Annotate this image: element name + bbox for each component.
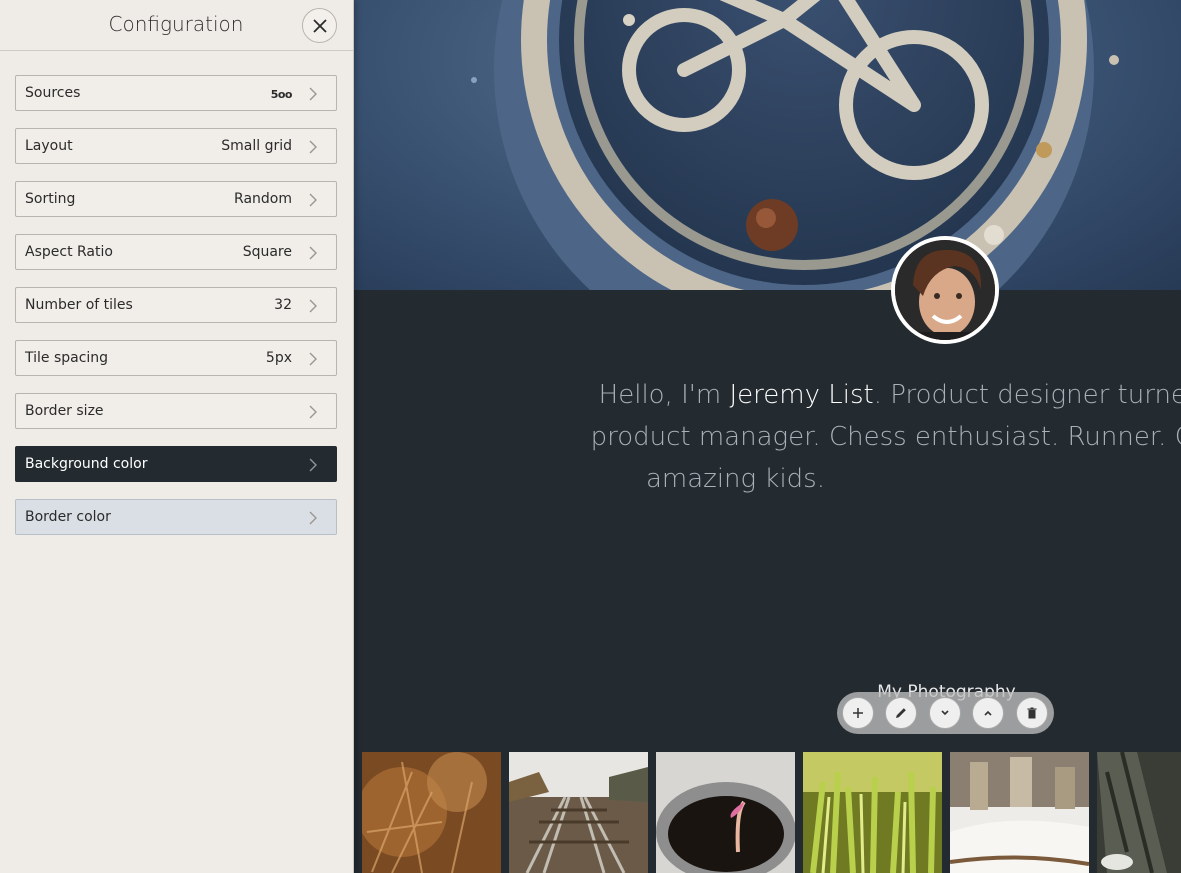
photo-tile[interactable]	[950, 752, 1089, 873]
config-menu: Sources 5oo Layout Small grid Sorting Ra…	[15, 75, 337, 552]
panel-header: Configuration	[0, 0, 353, 51]
aspect-ratio-value: Square	[242, 244, 292, 260]
bio-line-1-rest: . Product designer turned UX de	[873, 380, 1181, 410]
tile-spacing-item[interactable]: Tile spacing 5px	[15, 340, 337, 376]
background-color-label: Background color	[25, 456, 148, 472]
section-toolbar	[837, 692, 1054, 734]
move-up-button[interactable]	[972, 697, 1004, 729]
panel-title: Configuration	[108, 12, 244, 36]
tree-bark-photo	[1097, 752, 1181, 873]
bio-prefix: Hello, I'm	[598, 380, 730, 410]
chevron-right-icon	[309, 299, 317, 313]
photo-tile[interactable]	[362, 752, 501, 873]
number-of-tiles-value: 32	[274, 297, 292, 313]
aspect-ratio-item[interactable]: Aspect Ratio Square	[15, 234, 337, 270]
photo-tile[interactable]	[656, 752, 795, 873]
edit-button[interactable]	[885, 697, 917, 729]
sorting-value: Random	[234, 191, 292, 207]
chevron-right-icon	[309, 458, 317, 472]
chevron-right-icon	[309, 246, 317, 260]
bio-line-2: product manager. Chess enthusiast. Runne…	[590, 422, 1181, 452]
cover-photo[interactable]	[354, 0, 1181, 290]
close-button[interactable]	[302, 8, 337, 43]
layout-item[interactable]: Layout Small grid	[15, 128, 337, 164]
border-size-item[interactable]: Border size	[15, 393, 337, 429]
layout-value: Small grid	[221, 138, 292, 154]
layout-label: Layout	[25, 138, 73, 154]
tile-spacing-value: 5px	[265, 350, 292, 366]
snowy-ruins-photo	[950, 752, 1089, 873]
profile-page: Hello, I'm Jeremy List. Product designer…	[354, 0, 1181, 873]
tile-spacing-label: Tile spacing	[25, 350, 109, 366]
edit-icon	[896, 708, 906, 718]
avatar-photo	[895, 240, 995, 340]
sorting-label: Sorting	[25, 191, 76, 207]
number-of-tiles-item[interactable]: Number of tiles 32	[15, 287, 337, 323]
aspect-ratio-label: Aspect Ratio	[25, 244, 113, 260]
sources-item[interactable]: Sources 5oo	[15, 75, 337, 111]
add-icon	[853, 708, 863, 718]
trash-icon	[1027, 707, 1037, 719]
sources-value-500px-logo: 5oo	[270, 88, 293, 101]
border-color-label: Border color	[25, 509, 111, 525]
chevron-right-icon	[309, 511, 317, 525]
close-icon	[312, 18, 327, 33]
delete-button[interactable]	[1016, 697, 1048, 729]
chevron-up-icon	[984, 710, 992, 716]
sprout-in-cup-photo	[656, 752, 795, 873]
bio-line-1: Hello, I'm Jeremy List. Product designer…	[534, 374, 1181, 416]
profile-avatar[interactable]	[891, 236, 999, 344]
railroad-tracks-photo	[509, 752, 648, 873]
number-of-tiles-label: Number of tiles	[25, 297, 133, 313]
border-size-label: Border size	[25, 403, 104, 419]
add-button[interactable]	[842, 697, 874, 729]
configuration-panel: Configuration Sources 5oo Layout Small g…	[0, 0, 354, 873]
background-color-item[interactable]: Background color	[15, 446, 337, 482]
photo-tile[interactable]	[509, 752, 648, 873]
green-sprouts-photo	[803, 752, 942, 873]
chevron-down-icon	[941, 710, 949, 716]
border-color-item[interactable]: Border color	[15, 499, 337, 535]
dried-grass-photo	[362, 752, 501, 873]
chevron-right-icon	[309, 87, 317, 101]
bio-text: Hello, I'm Jeremy List. Product designer…	[534, 374, 1181, 500]
chevron-right-icon	[309, 193, 317, 207]
chevron-right-icon	[309, 352, 317, 366]
bio-line-3: amazing kids.	[645, 464, 825, 494]
move-down-button[interactable]	[929, 697, 961, 729]
photo-tile[interactable]	[1097, 752, 1181, 873]
sources-label: Sources	[25, 85, 81, 101]
bicycle-emblem-image	[471, 0, 1119, 290]
bio-name: Jeremy List	[729, 380, 874, 410]
chevron-right-icon	[309, 405, 317, 419]
chevron-right-icon	[309, 140, 317, 154]
sorting-item[interactable]: Sorting Random	[15, 181, 337, 217]
photo-tile[interactable]	[803, 752, 942, 873]
